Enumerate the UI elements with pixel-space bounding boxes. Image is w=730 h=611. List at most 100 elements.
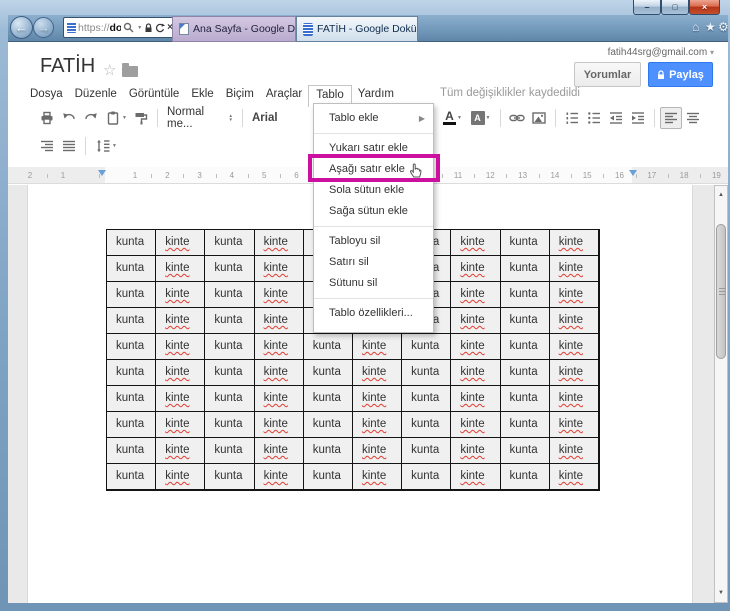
table-cell[interactable]: kunta	[205, 256, 255, 282]
menu-item-tablo-ekle[interactable]: Tablo ekle ▶	[314, 108, 433, 129]
styles-dropdown[interactable]: Normal me... ▲ ▼	[163, 106, 237, 130]
table-cell[interactable]: kunta	[500, 308, 550, 334]
justify-icon[interactable]	[58, 135, 80, 157]
menu-biçim[interactable]: Biçim	[220, 85, 260, 103]
table-cell[interactable]: kunta	[205, 230, 255, 256]
table-cell[interactable]: kunta	[303, 464, 353, 490]
settings-gear-icon[interactable]: ⚙	[718, 20, 729, 34]
table-cell[interactable]: kinte	[451, 334, 501, 360]
table-cell[interactable]: kunta	[303, 360, 353, 386]
tab-fatih[interactable]: FATİH - Google Dokümanlar ×	[296, 16, 418, 42]
table-cell[interactable]: kunta	[205, 438, 255, 464]
insert-link-icon[interactable]	[506, 107, 528, 129]
table-cell[interactable]: kinte	[156, 230, 206, 256]
bullet-list-icon[interactable]	[583, 107, 605, 129]
menu-item-satırı-sil[interactable]: Satırı sil	[314, 252, 433, 273]
menu-item-sola-sütun-ekle[interactable]: Sola sütun ekle	[314, 180, 433, 201]
table-cell[interactable]: kinte	[352, 360, 403, 386]
highlight-color-icon[interactable]: A ▼	[466, 107, 495, 129]
print-icon[interactable]	[36, 107, 58, 129]
search-icon[interactable]	[123, 22, 134, 33]
table-cell[interactable]: kunta	[500, 386, 550, 412]
text-color-icon[interactable]: A ▼	[439, 107, 466, 129]
table-cell[interactable]: kinte	[352, 334, 403, 360]
menu-ekle[interactable]: Ekle	[185, 85, 219, 103]
table-cell[interactable]: kunta	[107, 360, 157, 386]
redo-icon[interactable]	[80, 107, 102, 129]
menu-görüntüle[interactable]: Görüntüle	[123, 85, 186, 103]
table-cell[interactable]: kinte	[156, 438, 206, 464]
table-cell[interactable]: kunta	[402, 438, 452, 464]
maximize-button[interactable]: ▢	[661, 0, 689, 15]
insert-image-icon[interactable]	[528, 107, 550, 129]
scrollbar-thumb[interactable]	[716, 224, 726, 359]
table-cell[interactable]: kunta	[402, 360, 452, 386]
table-cell[interactable]: kinte	[352, 464, 403, 490]
minimize-button[interactable]: –	[633, 0, 661, 15]
table-cell[interactable]: kinte	[156, 282, 206, 308]
table-cell[interactable]: kinte	[451, 464, 501, 490]
scroll-up-icon[interactable]: ▲	[715, 192, 727, 198]
table-cell[interactable]: kunta	[205, 464, 255, 490]
table-cell[interactable]: kunta	[205, 412, 255, 438]
table-cell[interactable]: kunta	[303, 334, 353, 360]
table-cell[interactable]: kinte	[156, 334, 206, 360]
table-cell[interactable]: kunta	[500, 464, 550, 490]
table-cell[interactable]: kinte	[549, 282, 599, 308]
table-cell[interactable]: kinte	[254, 308, 304, 334]
account-menu[interactable]: fatih44srg@gmail.com ▾	[608, 47, 714, 58]
table-cell[interactable]: kunta	[500, 282, 550, 308]
align-right-icon[interactable]	[36, 135, 58, 157]
table-cell[interactable]: kinte	[549, 438, 599, 464]
folder-icon[interactable]	[122, 63, 138, 77]
table-cell[interactable]: kinte	[549, 412, 599, 438]
table-cell[interactable]: kunta	[500, 334, 550, 360]
close-button[interactable]: ×	[689, 0, 720, 15]
outdent-icon[interactable]	[605, 107, 627, 129]
scroll-down-icon[interactable]: ▼	[715, 590, 727, 596]
table-cell[interactable]: kunta	[303, 386, 353, 412]
menu-dosya[interactable]: Dosya	[24, 85, 69, 103]
table-cell[interactable]: kinte	[451, 282, 501, 308]
table-cell[interactable]: kinte	[254, 412, 304, 438]
table-cell[interactable]: kinte	[549, 360, 599, 386]
table-cell[interactable]: kinte	[254, 360, 304, 386]
undo-icon[interactable]	[58, 107, 80, 129]
table-cell[interactable]: kinte	[156, 464, 206, 490]
table-cell[interactable]: kinte	[549, 308, 599, 334]
forward-button[interactable]: →	[33, 17, 54, 38]
table-cell[interactable]: kinte	[549, 334, 599, 360]
table-cell[interactable]: kunta	[205, 308, 255, 334]
table-cell[interactable]: kunta	[205, 334, 255, 360]
table-cell[interactable]: kunta	[500, 230, 550, 256]
document-title[interactable]: FATİH	[40, 55, 95, 78]
table-cell[interactable]: kunta	[402, 386, 452, 412]
table-cell[interactable]: kinte	[352, 412, 403, 438]
line-spacing-dropdown-icon[interactable]: ▼	[112, 143, 117, 149]
table-cell[interactable]: kunta	[500, 438, 550, 464]
table-cell[interactable]: kinte	[549, 386, 599, 412]
table-cell[interactable]: kunta	[107, 230, 157, 256]
table-cell[interactable]: kinte	[549, 464, 599, 490]
refresh-icon[interactable]	[155, 23, 166, 33]
url-text[interactable]: https://docs.goo...	[78, 22, 121, 34]
table-cell[interactable]: kinte	[254, 282, 304, 308]
table-cell[interactable]: kunta	[500, 360, 550, 386]
table-cell[interactable]: kinte	[156, 360, 206, 386]
table-cell[interactable]: kinte	[352, 438, 403, 464]
table-cell[interactable]: kinte	[156, 308, 206, 334]
table-cell[interactable]: kinte	[254, 438, 304, 464]
table-cell[interactable]: kinte	[254, 334, 304, 360]
table-cell[interactable]: kunta	[205, 360, 255, 386]
menu-item-tablo-özellikleri-[interactable]: Tablo özellikleri...	[314, 303, 433, 324]
back-button[interactable]: ←	[10, 16, 33, 39]
table-cell[interactable]: kinte	[451, 386, 501, 412]
table-cell[interactable]: kinte	[549, 256, 599, 282]
table-cell[interactable]: kunta	[303, 412, 353, 438]
table-cell[interactable]: kinte	[352, 386, 403, 412]
table-cell[interactable]: kunta	[402, 334, 452, 360]
star-document-icon[interactable]: ☆	[103, 61, 116, 79]
indent-icon[interactable]	[627, 107, 649, 129]
address-bar[interactable]: https://docs.goo... ▼ ×	[63, 17, 176, 38]
table-cell[interactable]: kunta	[107, 308, 157, 334]
